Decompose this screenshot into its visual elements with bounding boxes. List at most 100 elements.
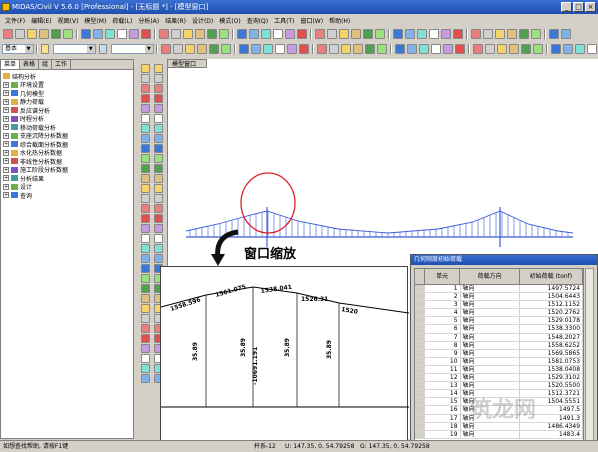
menu-item-8[interactable]: 模式(O)	[216, 16, 243, 25]
table-cell[interactable]: 轴向	[461, 333, 520, 341]
tree-item[interactable]: + 查询	[3, 191, 131, 200]
toolbar-tool-4-icon[interactable]	[51, 28, 61, 39]
toolbar-tool-20-icon[interactable]	[261, 28, 271, 39]
toolbar-tool-34-icon[interactable]	[441, 28, 451, 39]
toolbar-tool-21-icon[interactable]	[273, 28, 283, 39]
toolbar2-tool-2-icon[interactable]	[184, 43, 195, 54]
expand-icon[interactable]: +	[3, 124, 9, 131]
left-tab-0[interactable]: 菜单	[1, 60, 21, 69]
vtool-b-16-icon[interactable]	[153, 224, 163, 233]
table-cell[interactable]: 轴向	[461, 285, 520, 293]
row-header-cell[interactable]	[415, 301, 425, 309]
table-cell[interactable]: 6	[425, 325, 461, 333]
vtool-b-5-icon[interactable]	[153, 114, 163, 123]
dialog-scrollbar[interactable]	[585, 268, 594, 448]
row-header-cell[interactable]	[415, 365, 425, 374]
toolbar2-tool-10-icon[interactable]	[286, 43, 297, 54]
toolbar2-tool-14-icon[interactable]	[340, 43, 351, 54]
tree-item[interactable]: + 设计	[3, 183, 131, 191]
toolbar2-tool-11-icon[interactable]	[298, 43, 309, 54]
toolbar-tool-16-icon[interactable]	[207, 28, 217, 39]
row-header-cell[interactable]	[415, 309, 425, 317]
table-cell[interactable]: 1	[425, 285, 461, 293]
toolbar2-tool-20-icon[interactable]	[418, 43, 429, 54]
table-cell[interactable]: 1504.6443	[520, 293, 583, 301]
table-row[interactable]: 6 轴向 1538.3300	[415, 325, 583, 334]
vtool-b-10-icon[interactable]	[153, 164, 163, 173]
table-cell[interactable]: 轴向	[461, 349, 520, 357]
row-header-cell[interactable]	[415, 317, 425, 325]
vtool-b-3-icon[interactable]	[153, 94, 163, 103]
vtool-b-0-icon[interactable]	[153, 64, 163, 73]
row-header-cell[interactable]	[415, 406, 425, 414]
table-cell[interactable]: 1520.5500	[520, 382, 583, 390]
expand-icon[interactable]: +	[3, 98, 9, 105]
menu-item-3[interactable]: 模型(M)	[81, 16, 109, 25]
table-cell[interactable]: 1569.5865	[520, 349, 583, 357]
row-header-cell[interactable]	[415, 382, 425, 390]
vtool-b-17-icon[interactable]	[153, 234, 163, 243]
toolbar-tool-37-icon[interactable]	[483, 28, 493, 39]
toolbar-tool-42-icon[interactable]	[549, 28, 559, 39]
row-header-cell[interactable]	[415, 430, 425, 438]
toolbar2-tool-25-icon[interactable]	[484, 43, 495, 54]
table-cell[interactable]: 17	[425, 414, 461, 422]
toolbar2-tool-17-icon[interactable]	[376, 43, 387, 54]
toolbar2-tool-24-icon[interactable]	[472, 43, 483, 54]
toolbar2-tool-9-icon[interactable]	[274, 43, 285, 54]
menu-item-5[interactable]: 分析(A)	[135, 16, 162, 25]
toolbar2-tool-19-icon[interactable]	[406, 43, 417, 54]
table-cell[interactable]: 1512.1152	[520, 301, 583, 309]
tab-model-window[interactable]: 模型窗口	[167, 59, 207, 68]
toolbar-tool-43-icon[interactable]	[561, 28, 571, 39]
filter-icon[interactable]	[98, 43, 107, 54]
toolbar-tool-41-icon[interactable]	[531, 28, 541, 39]
menu-item-12[interactable]: 帮助(H)	[326, 16, 353, 25]
query-icon[interactable]	[40, 43, 49, 54]
toolbar2-tool-1-icon[interactable]	[172, 43, 183, 54]
toolbar-tool-32-icon[interactable]	[417, 28, 427, 39]
tree-item[interactable]: + 非线性分析数据	[3, 157, 131, 166]
table-row[interactable]: 3 轴向 1512.1152	[415, 301, 583, 310]
toolbar2-tool-5-icon[interactable]	[220, 43, 231, 54]
table-row[interactable]: 19 轴向 1483.4	[415, 430, 583, 439]
toolbar2-tool-15-icon[interactable]	[352, 43, 363, 54]
toolbar-tool-26-icon[interactable]	[339, 28, 349, 39]
select-combo-1[interactable]: ▼	[52, 43, 96, 54]
table-cell[interactable]: 19	[425, 430, 461, 438]
table-row[interactable]: 13 轴向 1520.5500	[415, 382, 583, 391]
vtool-b-14-icon[interactable]	[153, 204, 163, 213]
toolbar2-tool-6-icon[interactable]	[238, 43, 249, 54]
toolbar2-tool-28-icon[interactable]	[520, 43, 531, 54]
toolbar-tool-1-icon[interactable]	[15, 28, 25, 39]
tree-item[interactable]: + 支座沉降分析数据	[3, 132, 131, 140]
toolbar-tool-12-icon[interactable]	[159, 28, 169, 39]
toolbar-tool-28-icon[interactable]	[363, 28, 373, 39]
table-cell[interactable]: 1529.3102	[520, 374, 583, 382]
toolbar-tool-39-icon[interactable]	[507, 28, 517, 39]
toolbar-tool-8-icon[interactable]	[105, 28, 115, 39]
toolbar-tool-6-icon[interactable]	[81, 28, 91, 39]
unit-combo[interactable]: 基本 ▼	[2, 43, 34, 54]
tree-item[interactable]: + 几何模型	[3, 89, 131, 98]
toolbar-tool-2-icon[interactable]	[27, 28, 37, 39]
vtool-b-6-icon[interactable]	[153, 124, 163, 133]
toolbar2-tool-26-icon[interactable]	[496, 43, 507, 54]
tree-item[interactable]: + 静力荷载	[3, 98, 131, 106]
table-cell[interactable]: 1581.0753	[520, 357, 583, 365]
menu-item-4[interactable]: 荷载(L)	[109, 16, 135, 25]
table-cell[interactable]: 7	[425, 333, 461, 341]
vtool-b-2-icon[interactable]	[153, 84, 163, 93]
row-header-cell[interactable]	[415, 285, 425, 293]
table-cell[interactable]: 8	[425, 341, 461, 349]
menu-item-11[interactable]: 窗口(W)	[297, 16, 326, 25]
toolbar2-tool-16-icon[interactable]	[364, 43, 375, 54]
tree-item[interactable]: + 时程分析	[3, 115, 131, 123]
table-cell[interactable]: 11	[425, 365, 461, 374]
table-row[interactable]: 10 轴向 1581.0753	[415, 357, 583, 366]
table-row[interactable]: 7 轴向 1548.2027	[415, 333, 583, 342]
tree-item[interactable]: + 反应谱分析	[3, 106, 131, 115]
toolbar-tool-3-icon[interactable]	[39, 28, 49, 39]
table-cell[interactable]: 1548.2027	[520, 333, 583, 341]
toolbar2-tool-18-icon[interactable]	[394, 43, 405, 54]
